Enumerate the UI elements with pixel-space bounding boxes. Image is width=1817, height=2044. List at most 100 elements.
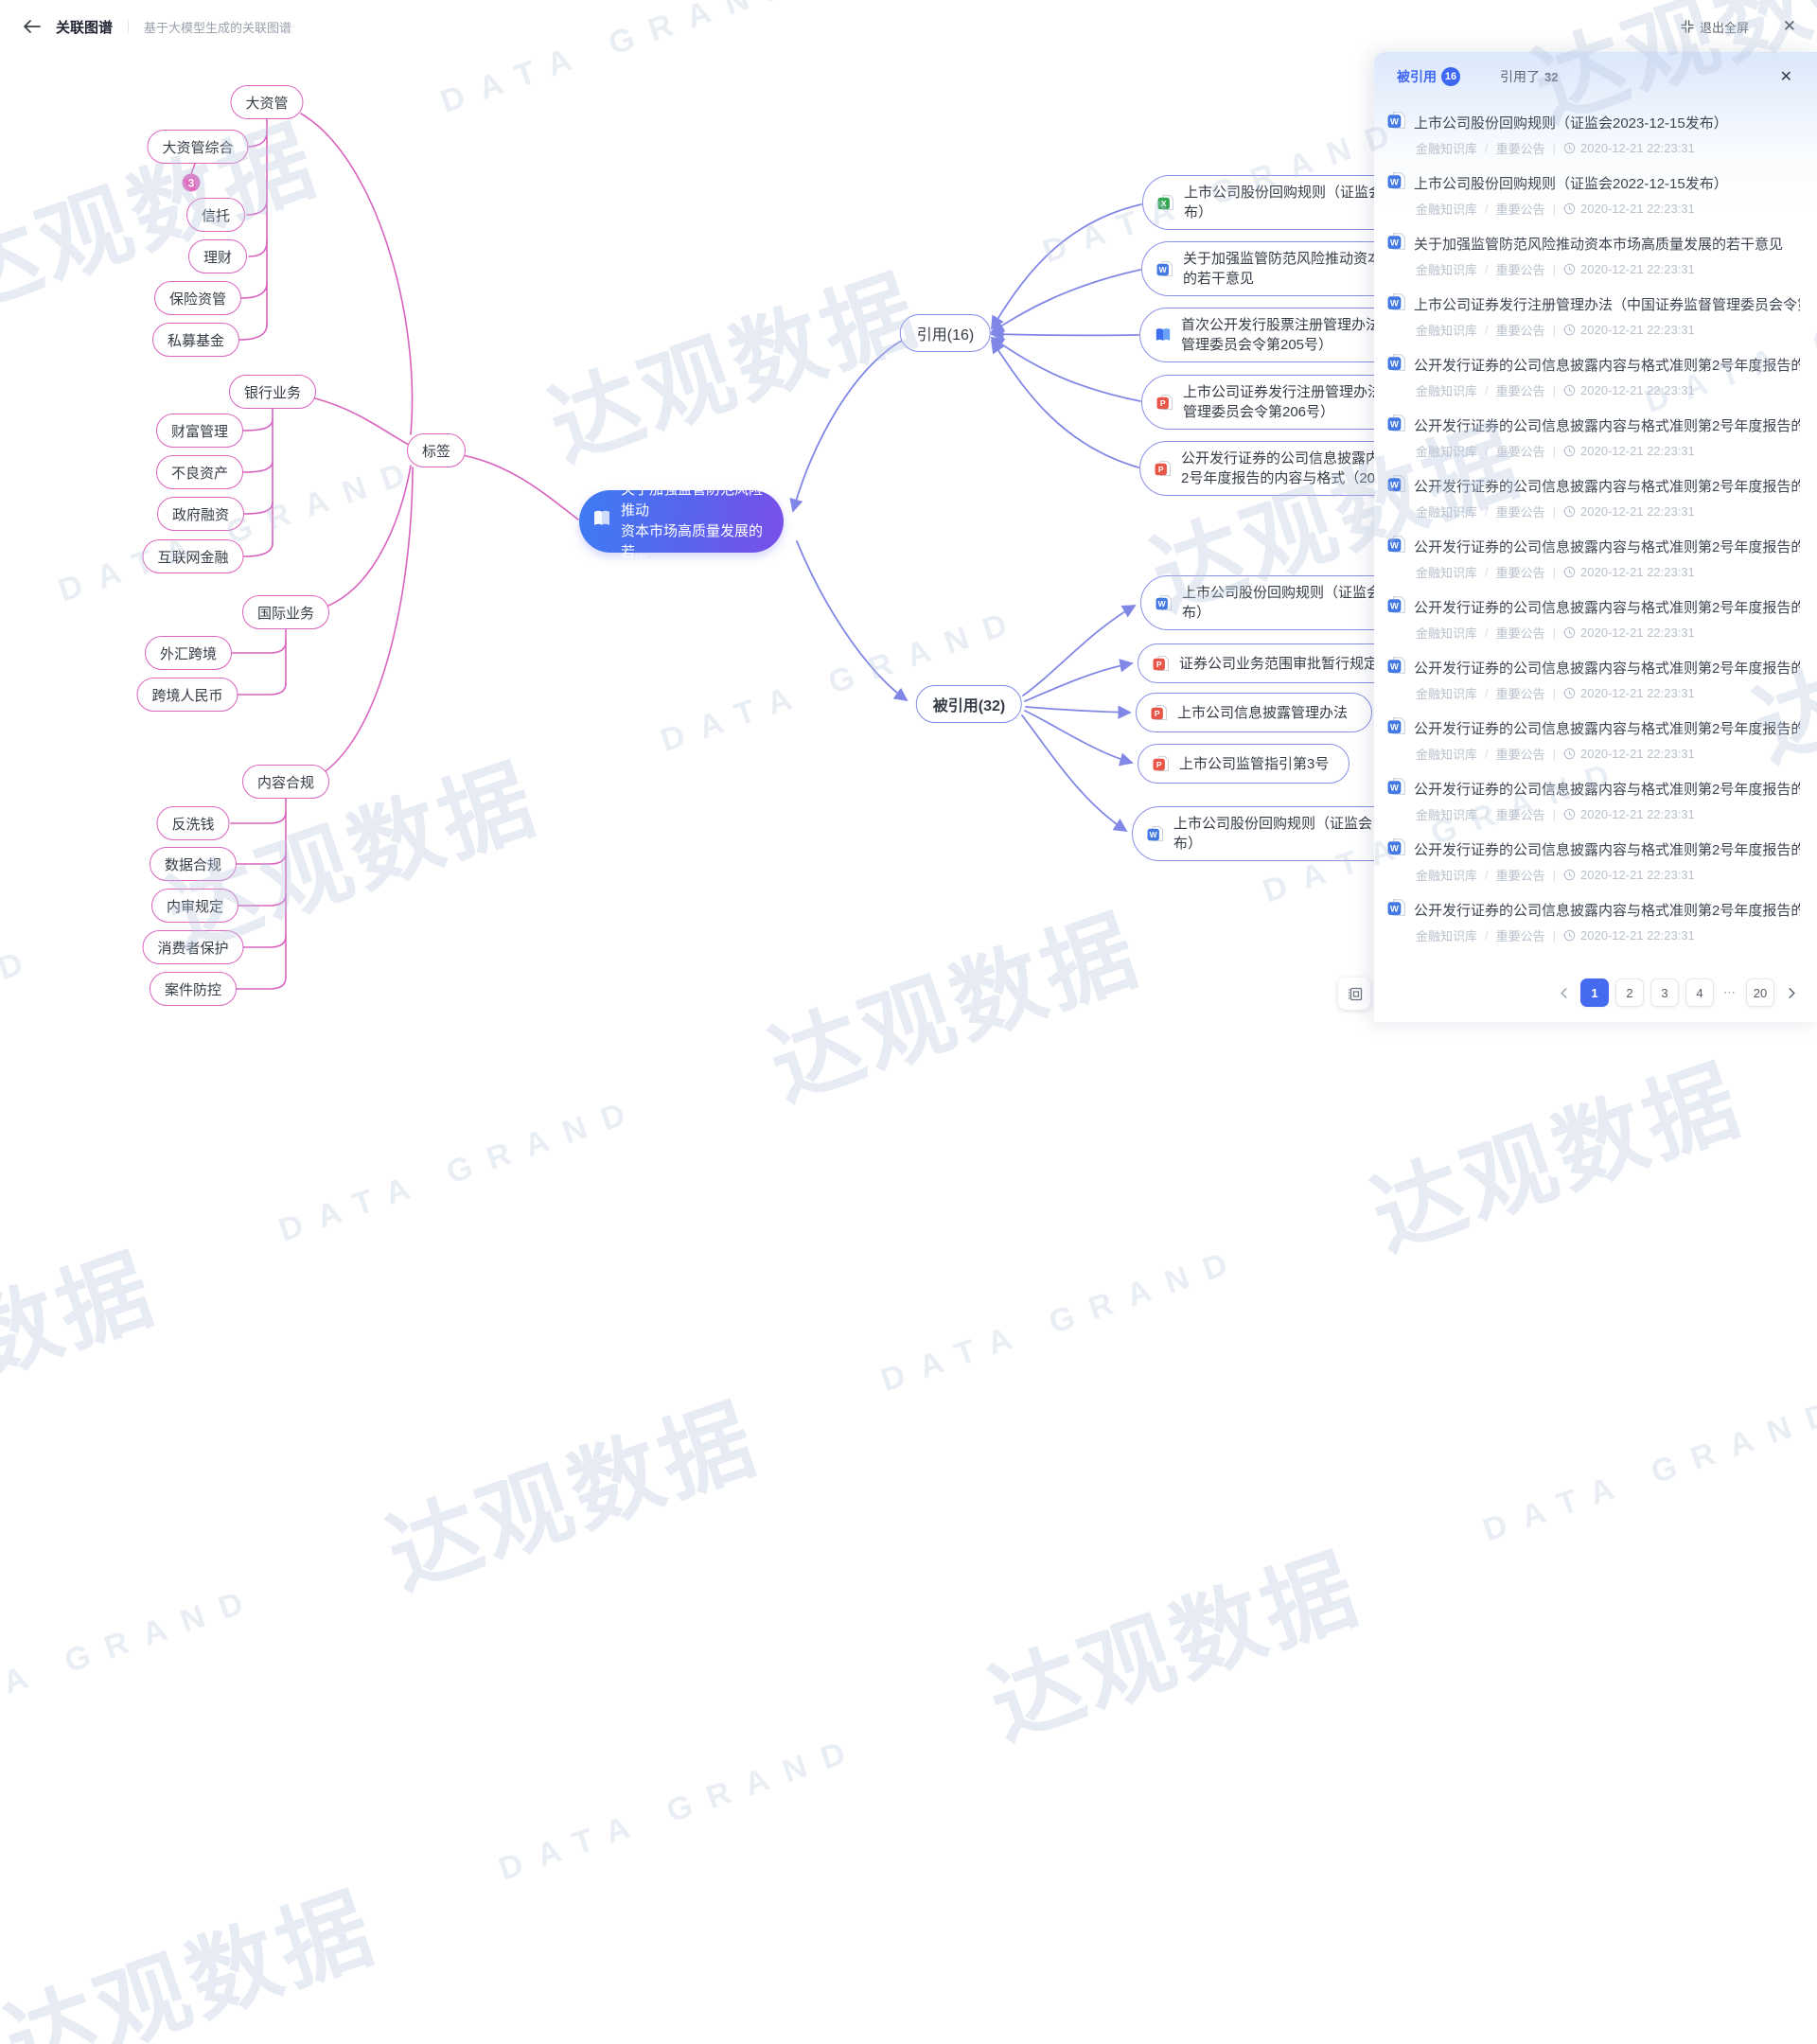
mindmap-leaf-node[interactable]: 外汇跨境	[145, 636, 232, 670]
svg-text:W: W	[1390, 360, 1399, 370]
tab-cites[interactable]: 引用了 32	[1500, 67, 1558, 86]
mindmap-group-node[interactable]: 银行业务	[229, 375, 316, 409]
page-ellipsis[interactable]: ⋯	[1720, 985, 1739, 1000]
mindmap-leaf-node[interactable]: 消费者保护	[142, 930, 243, 964]
svg-text:W: W	[1390, 602, 1399, 612]
doc-ppt-icon: P	[1156, 394, 1173, 411]
doc-ppt-icon: P	[1151, 704, 1168, 721]
panel-close-icon[interactable]: ✕	[1780, 52, 1792, 101]
document-list-item[interactable]: W 公开发行证券的公司信息披露内容与格式准则第2号年度报告的内... 金融知识库…	[1374, 408, 1817, 468]
tab-cited-by[interactable]: 被引用 16	[1397, 67, 1460, 86]
document-source: 金融知识库	[1416, 200, 1477, 218]
mindmap-leaf-node[interactable]: 理财	[188, 239, 247, 273]
watermark-text: DATA GRAND	[379, 1564, 981, 2044]
collapsed-count-badge[interactable]: 3	[183, 174, 201, 192]
minimap-toggle-button[interactable]	[1338, 978, 1370, 1010]
svg-text:P: P	[1155, 709, 1160, 718]
doc-word-icon: W	[1155, 594, 1173, 611]
page-button[interactable]: 4	[1685, 978, 1714, 1007]
svg-text:W: W	[1390, 117, 1399, 128]
doc-node-title: 上市公司股份回购规则（证监会布）	[1182, 583, 1381, 623]
document-list-item[interactable]: W 公开发行证券的公司信息披露内容与格式准则第2号年度报告的内... 金融知识库…	[1374, 832, 1817, 892]
watermark-text: 达观数据	[0, 1095, 269, 1584]
doc-word-icon: W	[1155, 594, 1173, 611]
clock-icon	[1563, 505, 1576, 518]
document-source: 金融知识库	[1416, 684, 1477, 702]
mindmap-cited-node[interactable]: 引用(16)	[900, 314, 991, 352]
mindmap-tag-node[interactable]: 标签	[407, 433, 466, 467]
mindmap-leaf-node[interactable]: 内审规定	[151, 889, 238, 923]
document-list-item[interactable]: W 上市公司股份回购规则（证监会2023-12-15发布） 金融知识库 / 重要…	[1374, 105, 1817, 166]
book-blue-icon	[1155, 326, 1172, 344]
document-time: 2020-12-21 22:23:31	[1563, 928, 1695, 943]
document-title: 公开发行证券的公司信息披露内容与格式准则第2号年度报告的内...	[1414, 779, 1800, 799]
back-button[interactable]	[23, 19, 41, 34]
mindmap-center-node[interactable]: 关于加强监管防范风险推动 资本市场高质量发展的若...	[579, 490, 784, 553]
citing-doc-node[interactable]: P上市公司监管指引第3号	[1138, 744, 1350, 784]
document-tag: 重要公告	[1496, 805, 1545, 823]
clock-icon	[1563, 384, 1576, 396]
document-list-item[interactable]: W 关于加强监管防范风险推动资本市场高质量发展的若干意见 金融知识库 / 重要公…	[1374, 226, 1817, 287]
svg-text:W: W	[1390, 784, 1399, 794]
close-icon[interactable]: ✕	[1783, 0, 1796, 53]
document-list-item[interactable]: W 公开发行证券的公司信息披露内容与格式准则第2号年度报告的内... 金融知识库…	[1374, 529, 1817, 590]
document-list-item[interactable]: W 上市公司证券发行注册管理办法（中国证券监督管理委员会令第2... 金融知识库…	[1374, 287, 1817, 347]
doc-word-icon: W	[1387, 716, 1406, 735]
document-list-item[interactable]: W 公开发行证券的公司信息披露内容与格式准则第2号年度报告的内... 金融知识库…	[1374, 711, 1817, 771]
word-doc-icon: W	[1387, 292, 1406, 316]
exit-fullscreen-button[interactable]: 退出全屏	[1681, 0, 1749, 53]
mindmap-leaf-node[interactable]: 案件防控	[150, 972, 237, 1006]
page-button[interactable]: 1	[1580, 978, 1609, 1007]
mindmap-leaf-node[interactable]: 反洗钱	[156, 806, 229, 840]
doc-word-icon: W	[1387, 292, 1406, 311]
watermark-text: 达观数据	[872, 1395, 1473, 1884]
document-time: 2020-12-21 22:23:31	[1563, 141, 1695, 155]
doc-word-icon: W	[1387, 353, 1406, 372]
mindmap-leaf-node[interactable]: 私募基金	[152, 323, 239, 357]
clock-icon	[1563, 263, 1576, 275]
page-next-icon[interactable]	[1781, 978, 1802, 1007]
mindmap-leaf-node[interactable]: 财富管理	[156, 414, 243, 448]
watermark-text: 达观数据	[269, 1245, 871, 1735]
citing-doc-node[interactable]: P 上市公司信息披露管理办法	[1136, 693, 1372, 732]
document-time: 2020-12-21 22:23:31	[1563, 202, 1695, 216]
mindmap-leaf-node[interactable]: 大资管综合	[147, 130, 248, 164]
page-title: 关联图谱	[56, 17, 113, 37]
document-list-item[interactable]: W 公开发行证券的公司信息披露内容与格式准则第2号年度报告的内... 金融知识库…	[1374, 650, 1817, 711]
page-button[interactable]: 20	[1746, 978, 1774, 1007]
mindmap-leaf-node[interactable]: 跨境人民币	[136, 678, 238, 712]
document-time: 2020-12-21 22:23:31	[1563, 747, 1695, 761]
center-node-title: 关于加强监管防范风险推动 资本市场高质量发展的若...	[621, 480, 771, 563]
page-prev-icon[interactable]	[1553, 978, 1574, 1007]
document-time: 2020-12-21 22:23:31	[1563, 565, 1695, 579]
document-list-item[interactable]: W 公开发行证券的公司信息披露内容与格式准则第2号年度报告的内... 金融知识库…	[1374, 771, 1817, 832]
document-list-item[interactable]: W 公开发行证券的公司信息披露内容与格式准则第2号年度报告的内... 金融知识库…	[1374, 468, 1817, 529]
page-button[interactable]: 2	[1615, 978, 1644, 1007]
document-tag: 重要公告	[1496, 381, 1545, 399]
book-icon	[591, 508, 612, 536]
doc-word-icon: W	[1387, 777, 1406, 796]
page-button[interactable]: 3	[1650, 978, 1679, 1007]
mindmap-group-node[interactable]: 大资管	[230, 85, 303, 119]
doc-node-title: 上市公司信息披露管理办法	[1177, 703, 1348, 723]
mindmap-leaf-node[interactable]: 不良资产	[156, 455, 243, 489]
document-list-item[interactable]: W 上市公司股份回购规则（证监会2022-12-15发布） 金融知识库 / 重要…	[1374, 166, 1817, 226]
word-doc-icon: W	[1387, 232, 1406, 256]
top-bar: 关联图谱 基于大模型生成的关联图谱 退出全屏 ✕	[0, 0, 1817, 53]
mindmap-leaf-node[interactable]: 保险资管	[154, 281, 241, 315]
mindmap-group-node[interactable]: 国际业务	[242, 595, 329, 629]
clock-icon	[1563, 203, 1576, 215]
mindmap-leaf-node[interactable]: 数据合规	[150, 847, 237, 881]
doc-ppt-icon: P	[1155, 460, 1172, 477]
mindmap-leaf-node[interactable]: 信托	[186, 198, 245, 232]
svg-text:P: P	[1160, 398, 1166, 408]
word-doc-icon: W	[1387, 595, 1406, 619]
mindmap-citing-node[interactable]: 被引用(32)	[916, 685, 1022, 723]
doc-ppt-icon: P	[1151, 704, 1168, 721]
mindmap-group-node[interactable]: 内容合规	[242, 765, 329, 799]
document-list-item[interactable]: W 公开发行证券的公司信息披露内容与格式准则第2号年度报告的内... 金融知识库…	[1374, 892, 1817, 953]
document-list-item[interactable]: W 公开发行证券的公司信息披露内容与格式准则第2号年度报告的内... 金融知识库…	[1374, 347, 1817, 408]
mindmap-leaf-node[interactable]: 互联网金融	[142, 539, 243, 573]
mindmap-leaf-node[interactable]: 政府融资	[157, 497, 244, 531]
document-list-item[interactable]: W 公开发行证券的公司信息披露内容与格式准则第2号年度报告的内... 金融知识库…	[1374, 590, 1817, 650]
